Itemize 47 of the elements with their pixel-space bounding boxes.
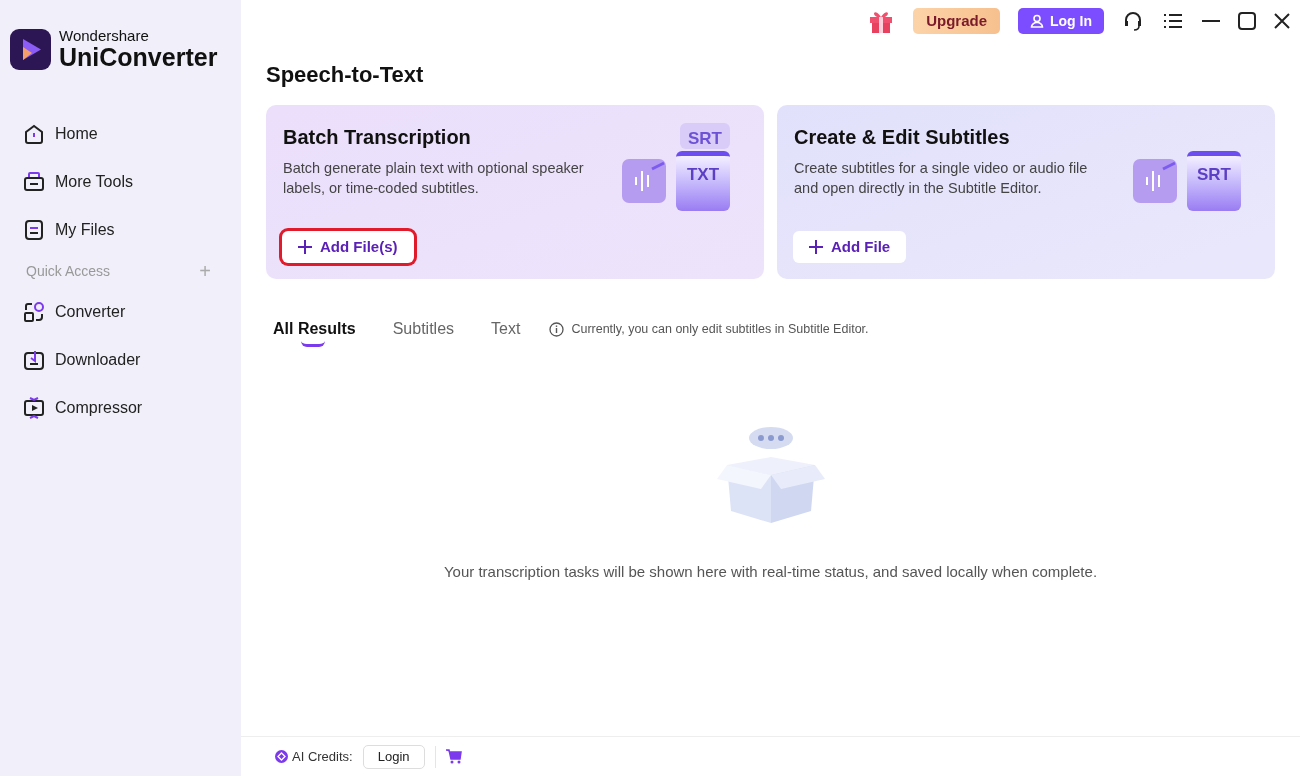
toolbox-icon xyxy=(23,171,45,193)
art-label: SRT xyxy=(680,123,730,149)
plus-icon xyxy=(298,240,312,254)
headset-icon[interactable] xyxy=(1122,10,1144,32)
logo-icon xyxy=(10,28,51,70)
home-icon xyxy=(23,123,45,145)
plus-icon xyxy=(809,240,823,254)
converter-icon xyxy=(23,301,45,323)
notice-text: Currently, you can only edit subtitles in Subtitle Editor. xyxy=(571,320,869,338)
cart-icon[interactable] xyxy=(445,749,462,764)
brand-maker: Wondershare xyxy=(59,28,150,43)
card-description: Batch generate plain text with optional speaker labels, or time-coded subtitles. xyxy=(283,159,585,198)
credits-label: AI Credits: xyxy=(292,747,353,766)
audio-icon xyxy=(622,159,666,203)
maximize-icon[interactable] xyxy=(1238,12,1256,30)
sidebar-item[interactable]: Converter xyxy=(0,288,241,336)
card-title: Create & Edit Subtitles xyxy=(794,125,1010,150)
empty-message: Your transcription tasks will be shown here with real-time status, and saved locally when complete. xyxy=(443,562,1098,583)
sidebar-item[interactable]: My Files xyxy=(0,206,241,254)
brand-name: UniConverter xyxy=(59,45,218,70)
minimize-icon[interactable] xyxy=(1202,19,1220,23)
page-title: Speech-to-Text xyxy=(266,61,424,89)
upgrade-button[interactable]: Upgrade xyxy=(913,8,1000,34)
result-tab[interactable]: Subtitles xyxy=(392,315,455,343)
login-button[interactable]: Log In xyxy=(1018,8,1104,34)
sidebar-item[interactable]: Compressor xyxy=(0,384,241,432)
sidebar-item[interactable]: Downloader xyxy=(0,336,241,384)
file-icon xyxy=(23,219,45,241)
login-button[interactable]: Login xyxy=(362,744,425,769)
user-icon xyxy=(1030,14,1044,28)
art-label: TXT xyxy=(676,151,730,211)
section-label: Quick Access xyxy=(26,261,111,281)
art-label: SRT xyxy=(1187,151,1241,211)
add-file-button[interactable]: Add File xyxy=(793,231,907,263)
download-icon xyxy=(23,349,45,371)
compress-icon xyxy=(23,397,45,419)
empty-box-icon xyxy=(716,425,825,526)
sidebar-item[interactable]: Home xyxy=(0,110,241,158)
card-description: Create subtitles for a single video or audio file and open directly in the Subtitle Editor. xyxy=(794,159,1089,198)
audio-icon xyxy=(1133,159,1177,203)
info-icon xyxy=(549,321,565,337)
close-icon[interactable] xyxy=(1274,13,1290,29)
add-file-button[interactable]: Add File(s) xyxy=(282,231,414,263)
sidebar-item[interactable]: More Tools xyxy=(0,158,241,206)
result-tab[interactable]: Text xyxy=(491,315,521,343)
credits-icon xyxy=(275,750,288,763)
card-title: Batch Transcription xyxy=(283,125,471,150)
